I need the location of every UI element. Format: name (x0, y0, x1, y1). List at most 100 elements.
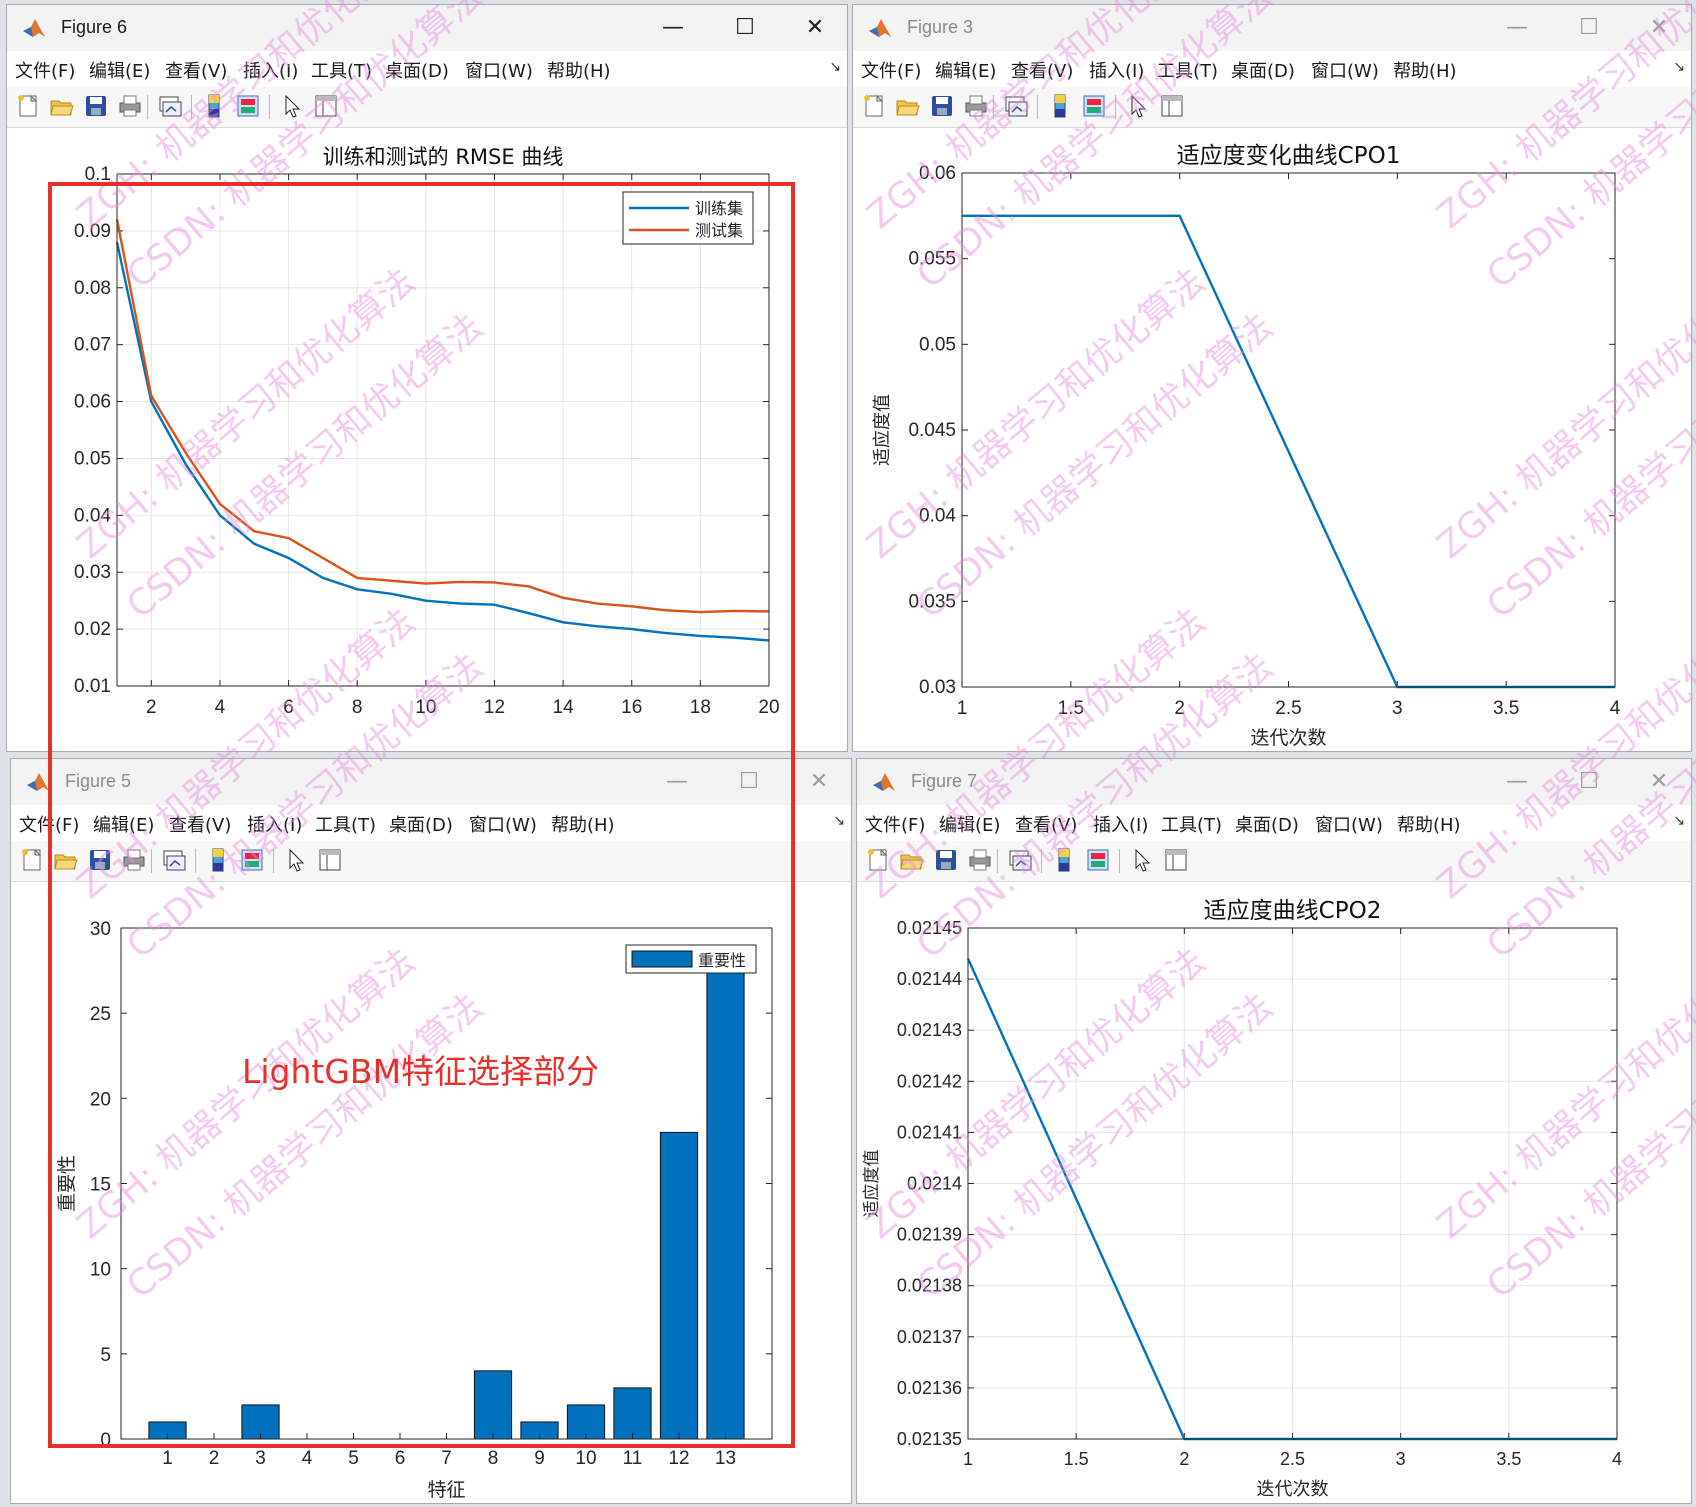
title-bar[interactable]: Figure 6 — ☐ ✕ (7, 5, 847, 51)
insert-colorbar-icon[interactable] (205, 847, 231, 873)
property-inspector-icon[interactable] (313, 93, 339, 119)
menu-item[interactable]: 查看(V) (165, 57, 227, 83)
window-title: Figure 5 (65, 771, 132, 791)
menu-item[interactable]: 帮助(H) (547, 57, 611, 83)
insert-legend-icon[interactable] (239, 847, 265, 873)
menu-item[interactable]: 查看(V) (1011, 57, 1073, 83)
minimize-button[interactable]: — (649, 9, 697, 47)
open-file-icon[interactable] (49, 93, 75, 119)
insert-colorbar-icon[interactable] (1047, 93, 1073, 119)
insert-legend-icon[interactable] (235, 93, 261, 119)
edit-plot-pointer-icon[interactable] (1129, 847, 1155, 873)
insert-colorbar-icon[interactable] (201, 93, 227, 119)
maximize-button[interactable]: ☐ (1565, 9, 1613, 47)
print-icon[interactable] (117, 93, 143, 119)
edit-plot-pointer-icon[interactable] (1125, 93, 1151, 119)
menu-item[interactable]: 编辑(E) (89, 57, 150, 83)
axes-background (117, 174, 769, 686)
menu-item[interactable]: 插入(I) (1093, 811, 1148, 837)
x-tick-label: 10 (415, 697, 436, 718)
maximize-button[interactable]: ☐ (721, 9, 769, 47)
title-bar[interactable]: Figure 3 — ☐ ✕ (853, 5, 1691, 51)
toolbar-separator (191, 95, 192, 119)
figure-toolbar (11, 841, 851, 882)
menu-item[interactable]: 桌面(D) (389, 811, 453, 837)
link-plot-icon[interactable] (157, 93, 183, 119)
menu-item[interactable]: 工具(T) (1157, 57, 1218, 83)
new-figure-icon[interactable] (15, 93, 41, 119)
menu-item[interactable]: 编辑(E) (935, 57, 996, 83)
menu-item[interactable]: 插入(I) (1089, 57, 1144, 83)
dock-arrow-icon[interactable]: ↘ (1673, 813, 1685, 829)
menu-bar: 文件(F) 编辑(E) 查看(V) 插入(I) 工具(T) 桌面(D) 窗口(W) 帮助(H)… (11, 805, 851, 841)
menu-item[interactable]: 插入(I) (247, 811, 302, 837)
menu-item[interactable]: 桌面(D) (1235, 811, 1299, 837)
menu-item[interactable]: 编辑(E) (93, 811, 154, 837)
close-button[interactable]: ✕ (795, 763, 843, 801)
property-inspector-icon[interactable] (317, 847, 343, 873)
link-plot-icon[interactable] (1007, 847, 1033, 873)
toolbar-separator (993, 95, 994, 119)
x-tick-label: 1.5 (1058, 698, 1084, 719)
menu-item[interactable]: 文件(F) (865, 811, 925, 837)
property-inspector-icon[interactable] (1159, 93, 1185, 119)
minimize-button[interactable]: — (1493, 9, 1541, 47)
title-bar[interactable]: Figure 5 — ☐ ✕ (11, 759, 851, 805)
dock-arrow-icon[interactable]: ↘ (829, 59, 841, 75)
print-icon[interactable] (121, 847, 147, 873)
y-tick-label: 0.02143 (897, 1020, 962, 1040)
print-icon[interactable] (967, 847, 993, 873)
open-file-icon[interactable] (899, 847, 925, 873)
save-icon[interactable] (929, 93, 955, 119)
title-bar[interactable]: Figure 7 — ☐ ✕ (857, 759, 1691, 805)
new-figure-icon[interactable] (865, 847, 891, 873)
new-figure-icon[interactable] (19, 847, 45, 873)
new-figure-icon[interactable] (861, 93, 887, 119)
menu-item[interactable]: 编辑(E) (939, 811, 1000, 837)
menu-item[interactable]: 插入(I) (243, 57, 298, 83)
save-icon[interactable] (933, 847, 959, 873)
menu-item[interactable]: 桌面(D) (385, 57, 449, 83)
open-file-icon[interactable] (53, 847, 79, 873)
open-file-icon[interactable] (895, 93, 921, 119)
minimize-button[interactable]: — (653, 763, 701, 801)
insert-legend-icon[interactable] (1085, 847, 1111, 873)
menu-item[interactable]: 文件(F) (861, 57, 921, 83)
menu-item[interactable]: 帮助(H) (1397, 811, 1461, 837)
menu-item[interactable]: 工具(T) (311, 57, 372, 83)
minimize-button[interactable]: — (1493, 763, 1541, 801)
save-icon[interactable] (87, 847, 113, 873)
menu-item[interactable]: 工具(T) (315, 811, 376, 837)
close-button[interactable]: ✕ (1635, 763, 1683, 801)
link-plot-icon[interactable] (161, 847, 187, 873)
menu-item[interactable]: 帮助(H) (1393, 57, 1457, 83)
maximize-button[interactable]: ☐ (1565, 763, 1613, 801)
close-button[interactable]: ✕ (1635, 9, 1683, 47)
maximize-button[interactable]: ☐ (725, 763, 773, 801)
insert-colorbar-icon[interactable] (1051, 847, 1077, 873)
property-inspector-icon[interactable] (1163, 847, 1189, 873)
menu-item[interactable]: 窗口(W) (1315, 811, 1383, 837)
menu-item[interactable]: 窗口(W) (465, 57, 533, 83)
menu-item[interactable]: 文件(F) (15, 57, 75, 83)
menu-item[interactable]: 桌面(D) (1231, 57, 1295, 83)
menu-item[interactable]: 查看(V) (1015, 811, 1077, 837)
menu-item[interactable]: 窗口(W) (1311, 57, 1379, 83)
menu-item[interactable]: 文件(F) (19, 811, 79, 837)
menu-item[interactable]: 工具(T) (1161, 811, 1222, 837)
menu-item[interactable]: 窗口(W) (469, 811, 537, 837)
insert-legend-icon[interactable] (1081, 93, 1107, 119)
save-icon[interactable] (83, 93, 109, 119)
link-plot-icon[interactable] (1003, 93, 1029, 119)
dock-arrow-icon[interactable]: ↘ (1673, 59, 1685, 75)
menu-item[interactable]: 帮助(H) (551, 811, 615, 837)
close-button[interactable]: ✕ (791, 9, 839, 47)
y-axis-label: 适应度值 (872, 394, 893, 466)
y-tick-label: 0.04 (919, 506, 956, 527)
dock-arrow-icon[interactable]: ↘ (833, 813, 845, 829)
edit-plot-pointer-icon[interactable] (279, 93, 305, 119)
print-icon[interactable] (963, 93, 989, 119)
menu-item[interactable]: 查看(V) (169, 811, 231, 837)
edit-plot-pointer-icon[interactable] (283, 847, 309, 873)
figure-toolbar (853, 87, 1691, 128)
